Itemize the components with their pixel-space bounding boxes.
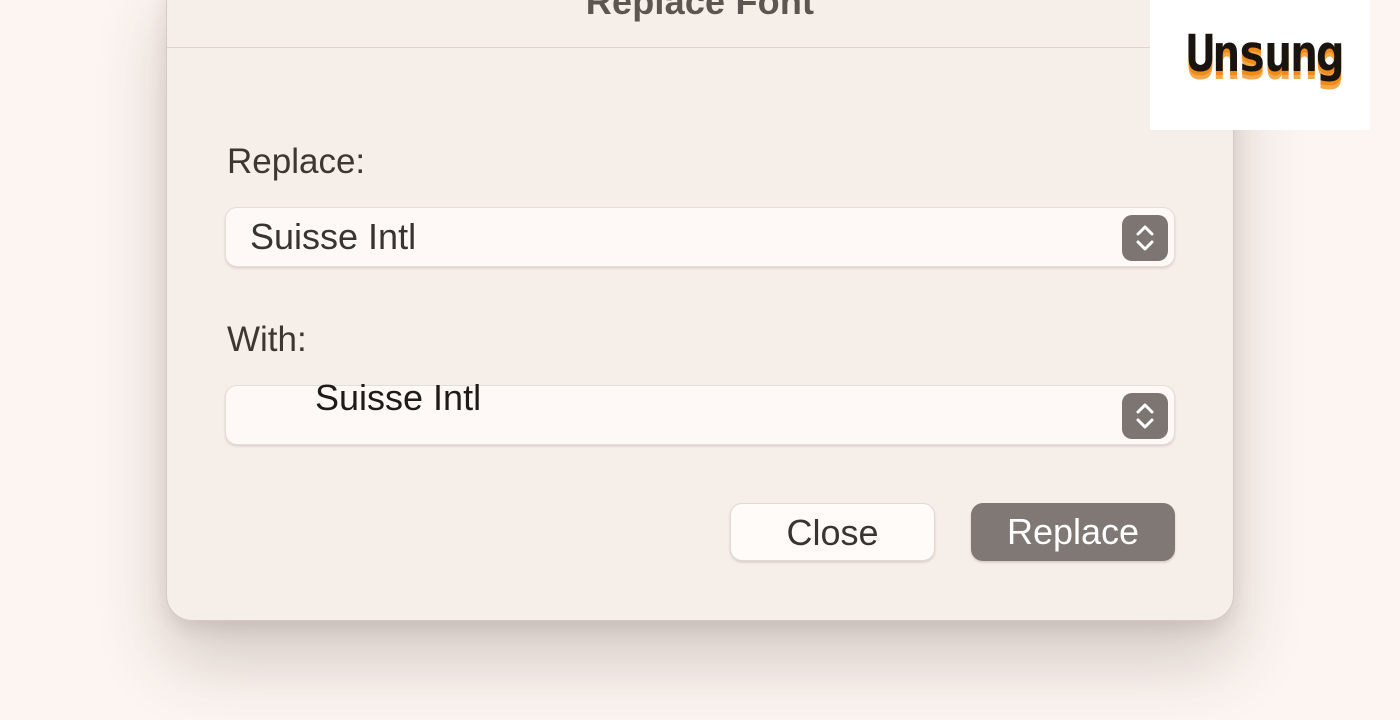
- close-button[interactable]: Close: [730, 503, 935, 561]
- replace-font-dialog: Replace Font Replace: Suisse Intl With: …: [166, 0, 1234, 621]
- unsung-logo: Unsung: [1150, 0, 1370, 130]
- chevron-up-down-icon: [1122, 215, 1168, 261]
- with-font-value: Suisse Intl: [315, 377, 482, 418]
- chevron-up-down-icon: [1122, 393, 1168, 439]
- with-label: With:: [227, 320, 307, 359]
- with-font-popup[interactable]: Suisse Intl: [225, 380, 1175, 445]
- replace-font-value: Suisse Intl: [250, 216, 417, 257]
- replace-label: Replace:: [227, 142, 366, 181]
- replace-font-popup[interactable]: Suisse Intl: [225, 207, 1175, 267]
- dialog-titlebar: Replace Font: [167, 0, 1233, 48]
- logo-text: Unsung: [1186, 24, 1344, 84]
- replace-button[interactable]: Replace: [971, 503, 1175, 561]
- dialog-title: Replace Font: [585, 0, 815, 22]
- screen: Replace Font Replace: Suisse Intl With: …: [0, 0, 1400, 720]
